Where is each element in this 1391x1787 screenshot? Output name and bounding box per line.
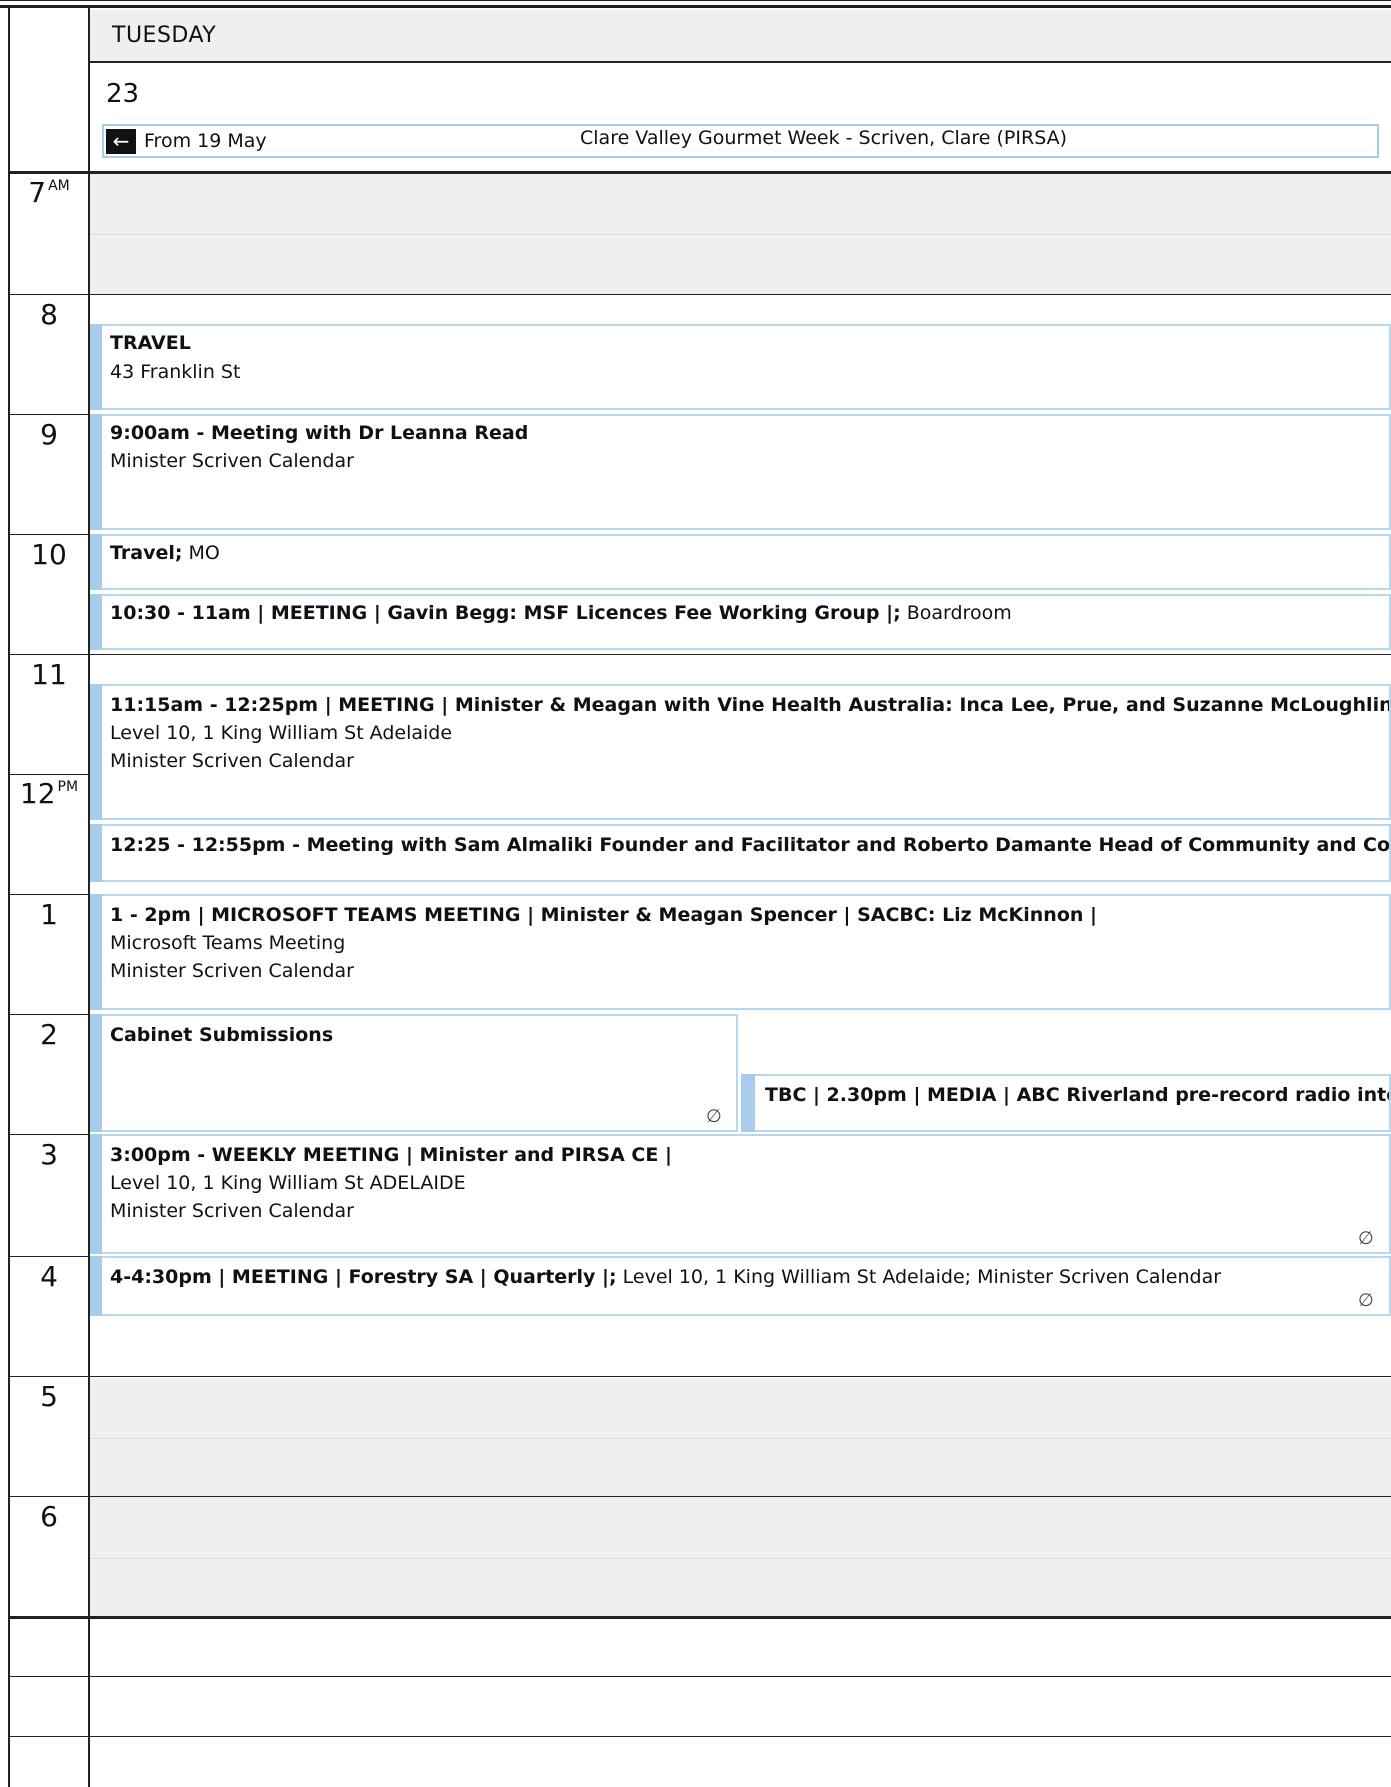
event-title: 9:00am - Meeting with Dr Leanna Read bbox=[110, 422, 529, 444]
hour-label-7am: 7 AM bbox=[28, 176, 70, 209]
event-almaliki[interactable]: 12:25 - 12:55pm - Meeting with Sam Almal… bbox=[102, 824, 1391, 882]
event-color-bar bbox=[741, 1074, 755, 1132]
day-header[interactable] bbox=[90, 10, 1391, 62]
half-hour-line bbox=[90, 1438, 1391, 1439]
event-title: Travel; MO bbox=[110, 542, 220, 564]
no-reminder-icon: ∅ bbox=[1358, 1228, 1374, 1249]
event-color-bar bbox=[90, 824, 102, 882]
event-title: TRAVEL bbox=[110, 332, 191, 354]
hour-label-6: 6 bbox=[40, 1500, 58, 1533]
event-location: Level 10, 1 King William St ADELAIDE bbox=[110, 1172, 466, 1194]
hour-line-4 bbox=[8, 1256, 90, 1257]
all-day-event-from: From 19 May bbox=[144, 130, 267, 152]
event-forestry-sa[interactable]: 4-4:30pm | MEETING | Forestry SA | Quart… bbox=[102, 1256, 1391, 1316]
event-vine-health[interactable]: 11:15am - 12:25pm | MEETING | Minister &… bbox=[102, 684, 1391, 820]
event-location: Microsoft Teams Meeting bbox=[110, 932, 346, 954]
event-title: 3:00pm - WEEKLY MEETING | Minister and P… bbox=[110, 1144, 672, 1166]
event-title: 10:30 - 11am | MEETING | Gavin Begg: MSF… bbox=[110, 602, 1012, 624]
event-travel-mo[interactable]: Travel; MO bbox=[102, 534, 1391, 590]
event-calendar: Minister Scriven Calendar bbox=[110, 1200, 354, 1222]
event-color-bar bbox=[90, 594, 102, 650]
event-calendar: Minister Scriven Calendar bbox=[110, 450, 354, 472]
hour-line-3 bbox=[8, 1134, 90, 1135]
hour-label-3: 3 bbox=[40, 1138, 58, 1171]
hour-label-1: 1 bbox=[40, 898, 58, 931]
no-reminder-icon: ∅ bbox=[1358, 1290, 1374, 1311]
hour-line-11 bbox=[8, 654, 1391, 655]
off-hours-slot-5pm-6pm[interactable] bbox=[90, 1378, 1391, 1618]
event-calendar: Minister Scriven Calendar bbox=[110, 960, 354, 982]
hour-line-2 bbox=[8, 1014, 90, 1015]
event-msf-working-group[interactable]: 10:30 - 11am | MEETING | Gavin Begg: MSF… bbox=[102, 594, 1391, 650]
day-name: TUESDAY bbox=[112, 23, 217, 48]
hour-line-8 bbox=[8, 294, 1391, 295]
event-title: 11:15am - 12:25pm | MEETING | Minister &… bbox=[110, 694, 1391, 716]
half-hour-line bbox=[90, 234, 1391, 235]
event-title: 1 - 2pm | MICROSOFT TEAMS MEETING | Mini… bbox=[110, 904, 1097, 926]
event-cabinet-submissions[interactable]: Cabinet Submissions ∅ bbox=[102, 1014, 738, 1132]
footer-row-line bbox=[8, 1676, 1391, 1677]
event-abc-riverland[interactable]: TBC | 2.30pm | MEDIA | ABC Riverland pre… bbox=[755, 1074, 1391, 1132]
no-reminder-icon: ∅ bbox=[706, 1106, 722, 1127]
event-color-bar bbox=[90, 684, 102, 820]
hour-line-12 bbox=[8, 774, 90, 775]
day-number[interactable]: 23 bbox=[106, 79, 139, 109]
event-travel-am[interactable]: TRAVEL 43 Franklin St bbox=[102, 324, 1391, 410]
event-color-bar bbox=[90, 1014, 102, 1132]
event-color-bar bbox=[90, 1134, 102, 1254]
event-title: 12:25 - 12:55pm - Meeting with Sam Almal… bbox=[110, 834, 1391, 856]
hour-label-10: 10 bbox=[31, 538, 67, 571]
left-arrow-icon[interactable]: ← bbox=[106, 129, 136, 154]
event-title: TBC | 2.30pm | MEDIA | ABC Riverland pre… bbox=[765, 1084, 1391, 1106]
hour-line-5 bbox=[8, 1376, 1391, 1377]
event-title: 4-4:30pm | MEETING | Forestry SA | Quart… bbox=[110, 1266, 1222, 1288]
hour-line-9 bbox=[8, 414, 90, 415]
event-calendar: Minister Scriven Calendar bbox=[110, 750, 354, 772]
window-top-border bbox=[0, 0, 1391, 8]
event-color-bar bbox=[90, 534, 102, 590]
half-hour-line bbox=[90, 1558, 1391, 1559]
all-day-event-title: Clare Valley Gourmet Week - Scriven, Cla… bbox=[580, 127, 1068, 149]
hour-label-11: 11 bbox=[31, 658, 67, 691]
event-title: Cabinet Submissions bbox=[110, 1024, 334, 1046]
event-teams-sacbc[interactable]: 1 - 2pm | MICROSOFT TEAMS MEETING | Mini… bbox=[102, 894, 1391, 1010]
hour-line-6 bbox=[8, 1496, 1391, 1497]
event-color-bar bbox=[90, 1256, 102, 1316]
event-color-bar bbox=[90, 894, 102, 1010]
hour-label-9: 9 bbox=[40, 418, 58, 451]
event-color-bar bbox=[90, 324, 102, 410]
hour-label-2: 2 bbox=[40, 1018, 58, 1051]
header-divider bbox=[90, 61, 1391, 63]
hour-label-5: 5 bbox=[40, 1380, 58, 1413]
event-location: 43 Franklin St bbox=[110, 361, 241, 383]
day-end-line bbox=[8, 1616, 1391, 1619]
hour-line-10 bbox=[8, 534, 90, 535]
event-weekly-pirsa[interactable]: 3:00pm - WEEKLY MEETING | Minister and P… bbox=[102, 1134, 1391, 1254]
event-color-bar bbox=[90, 414, 102, 530]
hour-label-8: 8 bbox=[40, 298, 58, 331]
event-meeting-leanna-read[interactable]: 9:00am - Meeting with Dr Leanna Read Min… bbox=[102, 414, 1391, 530]
footer-row-line bbox=[8, 1736, 1391, 1737]
hour-label-12pm: 12 PM bbox=[19, 777, 79, 810]
event-location: Level 10, 1 King William St Adelaide bbox=[110, 722, 453, 744]
hour-label-4: 4 bbox=[40, 1260, 58, 1293]
